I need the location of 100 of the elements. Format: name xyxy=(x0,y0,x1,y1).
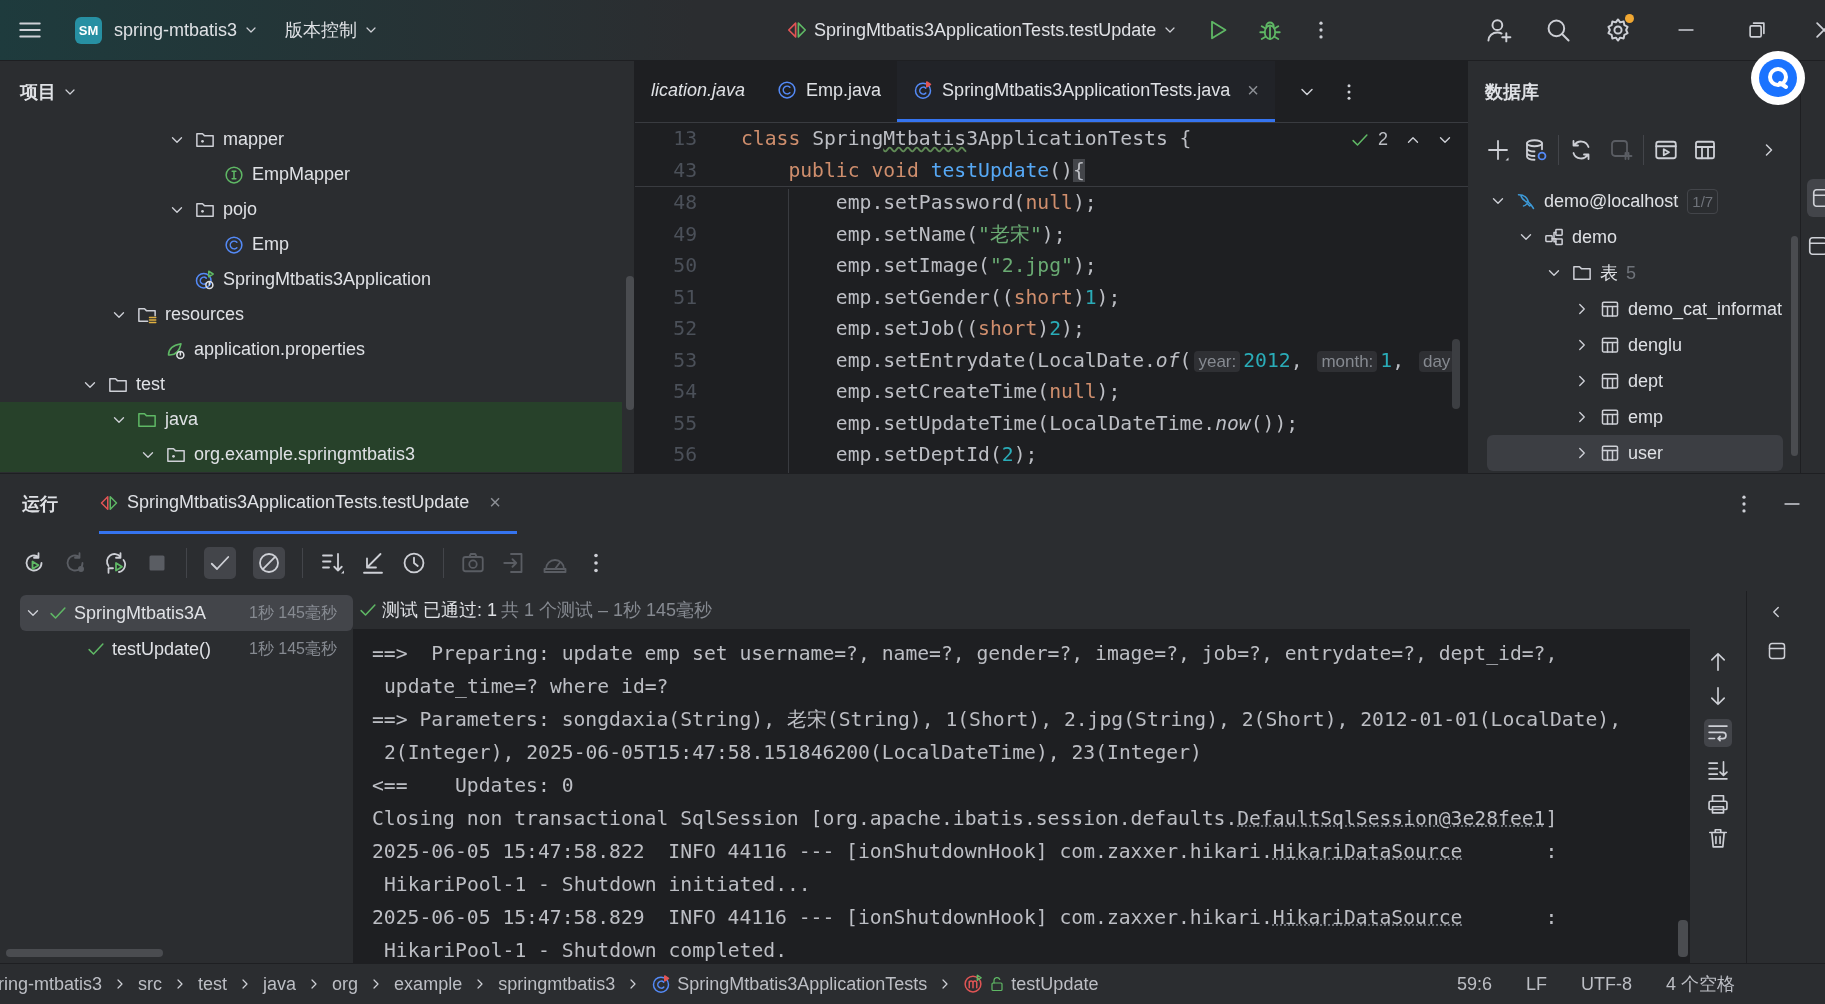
tree-item[interactable]: emp xyxy=(1468,399,1800,435)
test-class-icon xyxy=(913,80,934,100)
printer-icon[interactable] xyxy=(1707,793,1729,815)
file-encoding[interactable]: UTF-8 xyxy=(1581,973,1632,995)
console-line: 2025-06-05 15:47:58.822 INFO 44116 --- [ionShutdownHook] com.zaxxer.hikari.HikariDataSource : xyxy=(372,839,1559,865)
tool-window-icon[interactable] xyxy=(1807,235,1825,257)
inspection-count: 2 xyxy=(1378,129,1388,150)
settings-icon[interactable] xyxy=(1605,17,1631,43)
clock-icon[interactable] xyxy=(402,550,426,575)
tree-item[interactable]: org.example.springmtbatis3 xyxy=(0,437,622,472)
collapse-icon[interactable] xyxy=(361,550,385,575)
tree-item[interactable]: mapper xyxy=(0,122,622,157)
breadcrumb[interactable]: example xyxy=(394,973,463,995)
count-label: 5 xyxy=(1626,262,1636,284)
tree-item[interactable]: application.properties xyxy=(0,332,622,367)
tree-item[interactable]: 表 5 xyxy=(1468,255,1800,291)
tree-item[interactable]: user xyxy=(1487,435,1783,471)
schema-icon xyxy=(1544,227,1564,247)
breadcrumb[interactable]: test xyxy=(198,973,228,995)
sort-icon[interactable] xyxy=(320,550,344,575)
code-line: emp.setName("老宋"); xyxy=(834,221,1066,248)
indent-setting[interactable]: 4 个空格 xyxy=(1666,972,1735,996)
console-line: <== Updates: 0 xyxy=(372,773,575,799)
breadcrumb[interactable]: springmtbatis3 xyxy=(498,973,616,995)
test-name: testUpdate() xyxy=(112,638,212,660)
project-selector[interactable]: spring-mtbatis3 xyxy=(114,19,260,41)
breadcrumb[interactable]: src xyxy=(138,973,163,995)
class-icon xyxy=(777,80,798,100)
console-line: HikariPool-1 - Shutdown completed. xyxy=(383,938,788,963)
vcs-menu[interactable]: 版本控制 xyxy=(285,18,380,42)
scroll-end-icon[interactable] xyxy=(1707,759,1729,781)
test-result-label: 测试 已通过: 1 xyxy=(382,599,497,622)
table-icon xyxy=(1600,299,1620,319)
panel-title: 数据库 xyxy=(1485,81,1539,104)
breadcrumb[interactable]: testUpdate xyxy=(963,973,1099,995)
test-name: SpringMtbatis3A xyxy=(74,602,207,624)
breadcrumb[interactable]: ring-mtbatis3 xyxy=(0,973,103,995)
editor-tab[interactable]: lication.java xyxy=(635,61,762,122)
tree-item[interactable]: pojo xyxy=(0,192,622,227)
caret-position[interactable]: 59:6 xyxy=(1456,973,1492,995)
class-icon xyxy=(224,234,244,255)
spring-class-icon xyxy=(195,269,215,290)
code-line: class SpringMtbatis3ApplicationTests { xyxy=(741,127,1192,151)
database-icon[interactable] xyxy=(1524,138,1548,162)
result-tree-row[interactable]: SpringMtbatis3A 1秒 145毫秒 xyxy=(20,595,353,631)
code-line: emp.setGender((short)1); xyxy=(834,285,1121,309)
tree-item[interactable]: demo_cat_informat xyxy=(1468,291,1800,327)
tree-item[interactable]: Emp xyxy=(0,227,622,262)
run-config-selector[interactable]: SpringMtbatis3ApplicationTests.testUpdate xyxy=(786,19,1179,41)
code-line: public void testUpdate(){ xyxy=(787,158,1085,182)
restore-icon[interactable] xyxy=(1746,19,1768,41)
code-line: emp.setUpdateTime(LocalDateTime.now()); xyxy=(834,411,1299,435)
table-icon[interactable] xyxy=(1693,138,1717,162)
tree-item[interactable]: EmpMapper xyxy=(0,157,622,192)
table-icon xyxy=(1600,371,1620,391)
code-line: emp.setJob((short)2); xyxy=(834,317,1085,341)
scrollbar xyxy=(1452,339,1460,409)
close-tab-button[interactable]: × xyxy=(1247,78,1259,102)
scrollbar xyxy=(1678,920,1688,957)
console-line: 2025-06-05 15:47:58.829 INFO 44116 --- [ionShutdownHook] com.zaxxer.hikari.HikariDataSource : xyxy=(372,905,1559,931)
editor-tab[interactable]: SpringMtbatis3ApplicationTests.java × xyxy=(897,61,1275,122)
close-tab-button[interactable]: × xyxy=(489,491,501,514)
breadcrumb[interactable]: java xyxy=(263,973,297,995)
project-badge: SM xyxy=(75,16,102,44)
tree-item[interactable]: SpringMtbatis3Application xyxy=(0,262,622,297)
tree-item[interactable]: demo xyxy=(1468,219,1800,255)
test-class-icon xyxy=(651,974,672,994)
console-icon[interactable] xyxy=(1654,138,1678,162)
breadcrumb[interactable]: org xyxy=(332,973,359,995)
line-ending[interactable]: LF xyxy=(1525,973,1547,995)
tree-item[interactable]: dept xyxy=(1468,363,1800,399)
code-line: emp.setPassword(null); xyxy=(834,191,1097,215)
assistant-button[interactable] xyxy=(1750,50,1806,106)
toggle-button[interactable] xyxy=(253,546,285,579)
code-line: emp.setImage("2.jpg"); xyxy=(834,254,1097,278)
tree-item[interactable]: test xyxy=(0,367,622,402)
tree-item[interactable]: demo@localhost 1/7 xyxy=(1468,183,1800,219)
tool-window-icon[interactable] xyxy=(1767,641,1787,661)
breadcrumb[interactable]: SpringMtbatis3ApplicationTests xyxy=(651,973,928,995)
tree-item[interactable]: java xyxy=(0,402,622,437)
console-line: 2(Integer), 2025-06-05T15:47:58.151846200(LocalDateTime), 23(Integer) xyxy=(383,740,1203,766)
run-tab[interactable]: SpringMtbatis3ApplicationTests.testUpdate × xyxy=(99,474,517,534)
editor-tab[interactable]: Emp.java xyxy=(761,61,898,122)
toggle-button[interactable] xyxy=(1704,719,1732,747)
tree-item[interactable]: denglu xyxy=(1468,327,1800,363)
rerun-toggle-icon[interactable] xyxy=(104,550,128,575)
session-badge: 1/7 xyxy=(1687,188,1719,214)
test-run-icon xyxy=(786,19,808,41)
toggle-button[interactable] xyxy=(204,546,236,579)
add-icon[interactable] xyxy=(1486,138,1510,162)
duration-label: 1秒 145毫秒 xyxy=(248,602,337,623)
add-user-icon[interactable] xyxy=(1486,17,1512,43)
trash-icon[interactable] xyxy=(1707,827,1729,849)
tree-item[interactable]: resources xyxy=(0,297,622,332)
console-line: HikariPool-1 - Shutdown initiated... xyxy=(383,872,812,898)
test-summary: 共 1 个测试 – 1秒 145毫秒 xyxy=(501,599,713,622)
console-line: update_time=? where id=? xyxy=(383,674,670,700)
table-icon xyxy=(1600,407,1620,427)
view-selector[interactable]: 项目 xyxy=(20,79,78,104)
search-icon[interactable] xyxy=(1545,17,1571,43)
